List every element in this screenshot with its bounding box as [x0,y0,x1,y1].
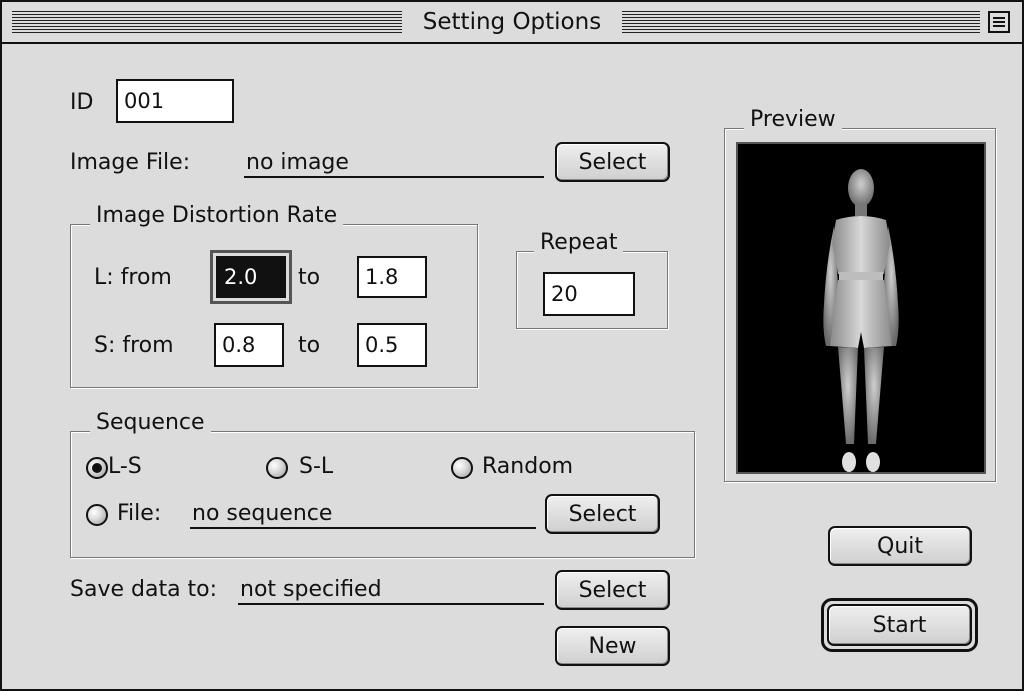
distortion-s-from-input[interactable] [214,323,284,367]
sequence-group-title: Sequence [90,410,211,436]
preview-group-title: Preview [744,107,842,133]
title-bar-stripes-left [12,11,402,33]
image-file-label: Image File: [70,150,191,175]
title-bar[interactable]: Setting Options [2,2,1022,44]
distortion-l-to-input[interactable] [357,256,427,298]
image-file-value: no image [244,150,544,178]
title-bar-stripes-right [622,11,980,33]
sequence-file-value: no sequence [190,501,536,529]
window-title: Setting Options [406,8,618,36]
distortion-l-to-label: to [298,265,321,290]
save-data-select-button[interactable]: Select [555,570,670,610]
image-file-select-button[interactable]: Select [555,142,670,182]
sequence-radio-s-l[interactable] [266,457,288,479]
distortion-l-from-input[interactable] [216,256,286,298]
collapse-box-icon[interactable] [988,11,1010,33]
sequence-option-s-l-label: S-L [299,454,334,479]
repeat-input[interactable] [543,272,635,316]
id-input[interactable] [116,79,234,123]
distortion-group-title: Image Distortion Rate [90,203,344,229]
distortion-s-to-label: to [298,333,321,358]
save-data-new-button[interactable]: New [555,626,670,666]
save-data-value: not specified [238,577,544,605]
repeat-group-title: Repeat [534,230,624,256]
distortion-s-to-input[interactable] [357,323,427,367]
save-data-label: Save data to: [70,577,218,602]
sequence-radio-l-s[interactable] [86,457,108,479]
woman-figure-image [823,169,899,472]
sequence-file-label: File: [117,501,162,526]
start-button[interactable]: Start [827,604,972,646]
sequence-option-l-s-label: L-S [108,454,142,479]
quit-button[interactable]: Quit [828,526,972,566]
sequence-option-random-label: Random [482,454,574,479]
sequence-radio-file[interactable] [86,504,108,526]
id-label: ID [70,90,94,115]
sequence-file-select-button[interactable]: Select [545,494,660,534]
setting-options-window: Setting Options ID Image File: no image … [0,0,1024,691]
preview-image [736,142,986,474]
sequence-radio-random[interactable] [451,457,473,479]
distortion-l-label: L: from [94,265,172,290]
distortion-s-label: S: from [94,333,174,358]
